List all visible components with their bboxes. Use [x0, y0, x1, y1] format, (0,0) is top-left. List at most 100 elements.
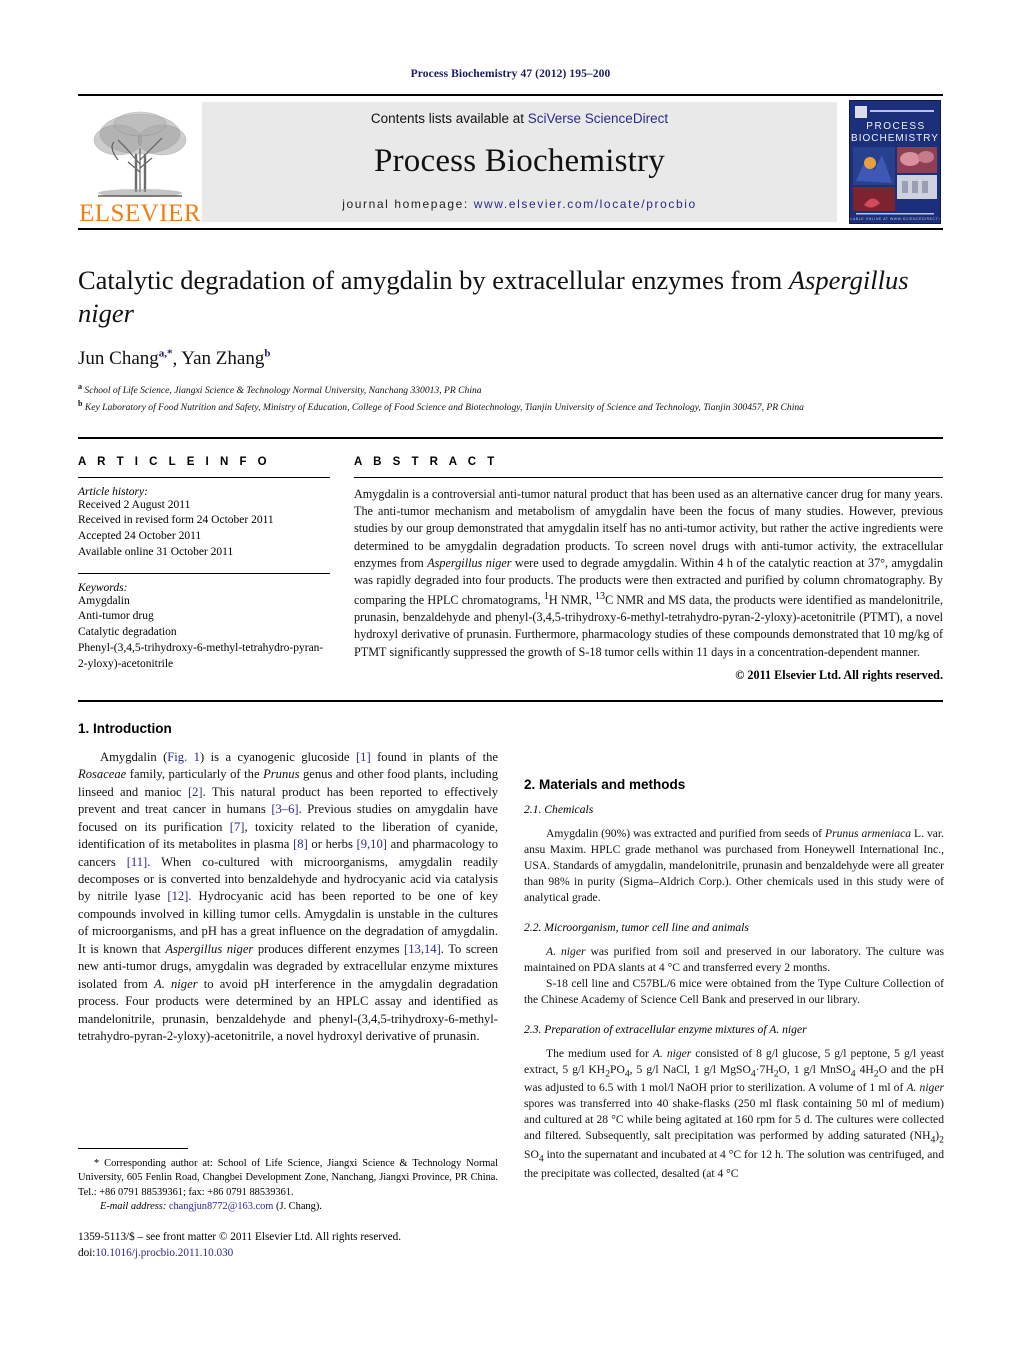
author-mark: a,* — [158, 347, 173, 360]
chem-subscript: 2 — [939, 1134, 944, 1146]
elsevier-tree-icon — [88, 108, 192, 200]
doi-label: doi: — [78, 1247, 96, 1260]
keywords-label: Keywords: — [78, 581, 128, 594]
history-item: Accepted 24 October 2011 — [78, 530, 202, 543]
keyword-item: Catalytic degradation — [78, 626, 177, 639]
affiliation-mark: b — [78, 398, 83, 408]
taxon-name: Prunus — [263, 767, 300, 782]
footnote-block: * Corresponding author at: School of Lif… — [78, 1148, 498, 1262]
subsection-heading-microorganism: 2.2. Microorganism, tumor cell line and … — [524, 920, 749, 934]
prep-seg: , 5 g/l NaCl, 1 g/l MgSO — [629, 1062, 751, 1076]
keyword-item: Amygdalin — [78, 594, 130, 607]
email-label: E-mail address: — [100, 1201, 167, 1213]
prep-seg: into the supernatant and incubated at 4 … — [524, 1148, 944, 1180]
copyright-line: © 2011 Elsevier Ltd. All rights reserved… — [735, 667, 943, 682]
journal-title: Process Biochemistry — [374, 143, 665, 179]
abstract-text: Amygdalin is a controversial anti-tumor … — [354, 486, 943, 661]
keyword-item: Anti-tumor drug — [78, 610, 154, 623]
history-item: Received 2 August 2011 — [78, 498, 191, 511]
citation-link[interactable]: [3–6] — [271, 802, 298, 816]
taxon-name: Aspergillus niger — [165, 941, 254, 956]
citation-link[interactable]: [13,14] — [404, 942, 441, 956]
author-list: Jun Changa,*, Yan Zhangb — [78, 347, 271, 370]
article-history-label: Article history: — [78, 485, 148, 498]
body-columns: 1. Introduction Amygdalin (Fig. 1) is a … — [78, 702, 944, 1182]
sciencedirect-link[interactable]: SciVerse ScienceDirect — [528, 111, 668, 126]
email-link[interactable]: changjun8772@163.com — [166, 1201, 274, 1212]
contents-available-line: Contents lists available at SciVerse Sci… — [371, 111, 668, 126]
citation-link[interactable]: [8] — [293, 837, 308, 851]
elsevier-wordmark: ELSEVIER — [78, 200, 202, 227]
abstract-heading: A B S T R A C T — [354, 455, 499, 468]
keywords-rule — [78, 572, 330, 574]
prep-seg: SO — [524, 1148, 539, 1162]
affiliation-text: Key Laboratory of Food Nutrition and Saf… — [84, 402, 804, 414]
section-heading-materials: 2. Materials and methods — [524, 776, 686, 792]
footnote-rule — [78, 1148, 188, 1149]
subsection-heading-enzyme-prep: 2.3. Preparation of extracellular enzyme… — [524, 1022, 807, 1036]
issn-copyright-line: 1359-5113/$ – see front matter © 2011 El… — [78, 1231, 402, 1244]
journal-homepage-link[interactable]: www.elsevier.com/locate/procbio — [474, 197, 697, 211]
page-title: Catalytic degradation of amygdalin by ex… — [78, 264, 943, 330]
citation-link[interactable]: [9,10] — [357, 837, 387, 851]
introduction-paragraph: Amygdalin (Fig. 1) is a cyanogenic gluco… — [78, 749, 498, 1045]
intro-seg: ) is a cyanogenic glucoside — [199, 749, 356, 764]
citation-link[interactable]: [1] — [356, 750, 371, 764]
taxon-name: A. niger — [652, 1046, 692, 1060]
prep-seg: PO — [610, 1062, 625, 1076]
title-text: Catalytic degradation of amygdalin by ex… — [78, 265, 789, 295]
abstract-species: Aspergillus niger — [427, 555, 512, 570]
email-suffix: (J. Chang). — [273, 1201, 322, 1213]
journal-cover-thumbnail: PROCESS BIOCHEMISTRY AVAILABLE ONLINE — [849, 100, 941, 224]
prep-seg: ·7H — [755, 1062, 774, 1076]
prep-seg: O, 1 g/l MnSO — [778, 1062, 851, 1076]
citation-link[interactable]: [2] — [188, 785, 203, 799]
affiliation-list: a School of Life Science, Jiangxi Scienc… — [78, 381, 943, 415]
taxon-name: Rosaceae — [78, 767, 127, 782]
author-entry[interactable]: Jun Changa,* — [78, 348, 173, 369]
history-item: Available online 31 October 2011 — [78, 545, 234, 558]
doi-link[interactable]: 10.1016/j.procbio.2011.10.030 — [95, 1247, 233, 1259]
journal-article-page: Process Biochemistry 47 (2012) 195–200 E… — [0, 0, 1021, 1351]
micro-seg: was purified from soil and preserved in … — [524, 944, 944, 974]
info-abstract-row: A R T I C L E I N F O Article history: R… — [78, 436, 943, 683]
article-info-heading: A R T I C L E I N F O — [78, 455, 271, 468]
microorganism-paragraph: A. niger was purified from soil and pres… — [524, 944, 944, 976]
author-mark: b — [264, 347, 271, 360]
masthead-center-panel: Contents lists available at SciVerse Sci… — [202, 102, 837, 222]
author-name: Jun Chang — [78, 348, 159, 370]
contents-prefix: Contents lists available at — [370, 111, 528, 126]
cover-thumbnail-container: PROCESS BIOCHEMISTRY AVAILABLE ONLINE — [847, 96, 943, 228]
author-name: Yan Zhang — [181, 348, 265, 370]
body-column-right: 2. Materials and methods 2.1. Chemicals … — [524, 721, 944, 1182]
cellline-paragraph: S-18 cell line and C57BL/6 mice were obt… — [524, 976, 944, 1006]
svg-text:AVAILABLE ONLINE AT WWW.SCIENC: AVAILABLE ONLINE AT WWW.SCIENCEDIRECT.CO… — [850, 217, 940, 221]
citation-link[interactable]: [11] — [127, 855, 148, 869]
author-entry[interactable]: Yan Zhangb — [181, 348, 270, 369]
citation-link[interactable]: [12] — [167, 889, 188, 903]
svg-text:PROCESS: PROCESS — [866, 121, 925, 132]
keyword-item: Phenyl-(3,4,5-trihydroxy-6-methyl-tetrah… — [78, 641, 324, 670]
abstract-seg: H NMR, — [548, 592, 595, 607]
article-info-column: A R T I C L E I N F O Article history: R… — [78, 456, 330, 683]
affiliation-item: a School of Life Science, Jiangxi Scienc… — [78, 381, 943, 398]
homepage-prefix: journal homepage: — [342, 197, 474, 211]
affiliation-text: School of Life Science, Jiangxi Science … — [84, 385, 482, 397]
figure-reference-link[interactable]: Fig. 1 — [167, 750, 200, 764]
affiliation-mark: a — [78, 382, 82, 392]
running-head: Process Biochemistry 47 (2012) 195–200 — [410, 68, 611, 80]
corresponding-author-text: Corresponding author at: School of Life … — [78, 1158, 498, 1198]
prep-seg: 4H — [855, 1062, 874, 1076]
subsection-heading-chemicals: 2.1. Chemicals — [524, 802, 594, 816]
imprint-block: 1359-5113/$ – see front matter © 2011 El… — [78, 1230, 498, 1261]
article-info-rule — [78, 476, 330, 478]
masthead-bottom-rule — [78, 228, 943, 230]
intro-seg: family, particularly of the — [126, 767, 264, 782]
history-item: Received in revised form 24 October 2011 — [78, 514, 274, 527]
prep-seg: The medium used for — [546, 1046, 653, 1060]
intro-seg: found in plants of the — [370, 749, 498, 764]
intro-seg: or herbs — [307, 837, 357, 852]
abstract-column: A B S T R A C T Amygdalin is a controver… — [354, 456, 943, 683]
enzyme-prep-paragraph: The medium used for A. niger consisted o… — [524, 1046, 944, 1182]
citation-link[interactable]: [7] — [230, 820, 245, 834]
